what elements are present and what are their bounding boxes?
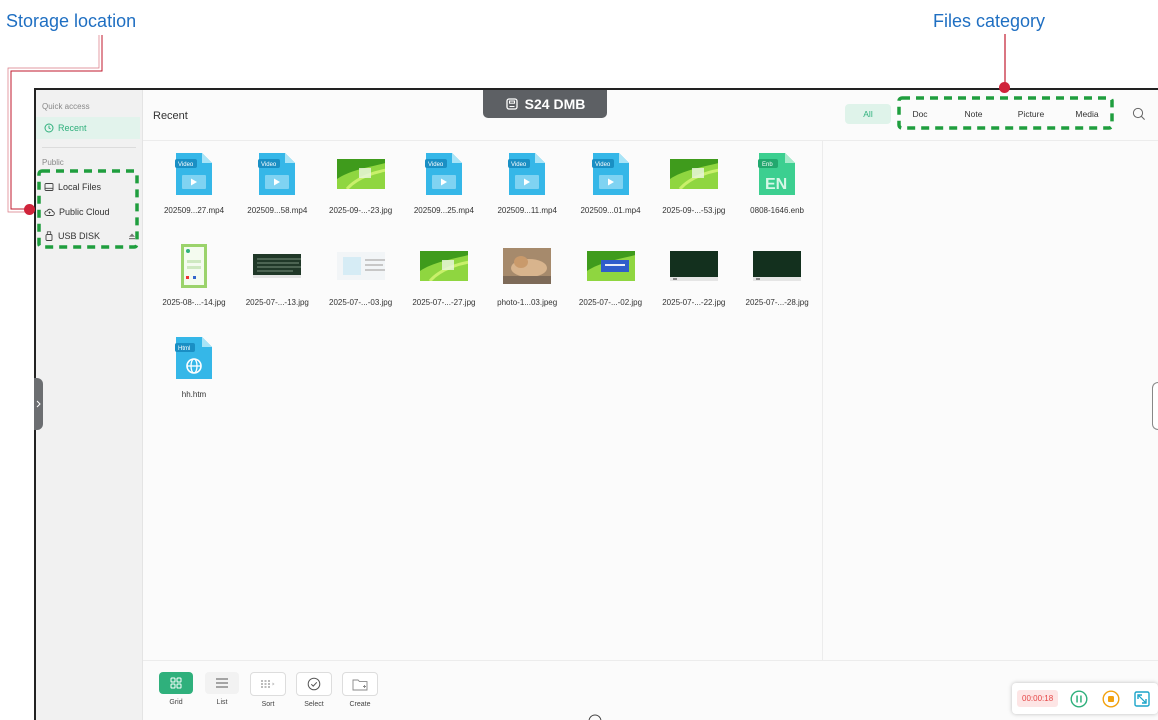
callout-connector-storage <box>7 35 103 213</box>
category-highlight-box <box>897 96 1114 130</box>
annotation-overlay <box>7 34 1114 249</box>
storage-highlight-box <box>37 169 139 249</box>
callout-dot-storage <box>24 204 35 215</box>
callout-dot-category <box>999 82 1010 93</box>
